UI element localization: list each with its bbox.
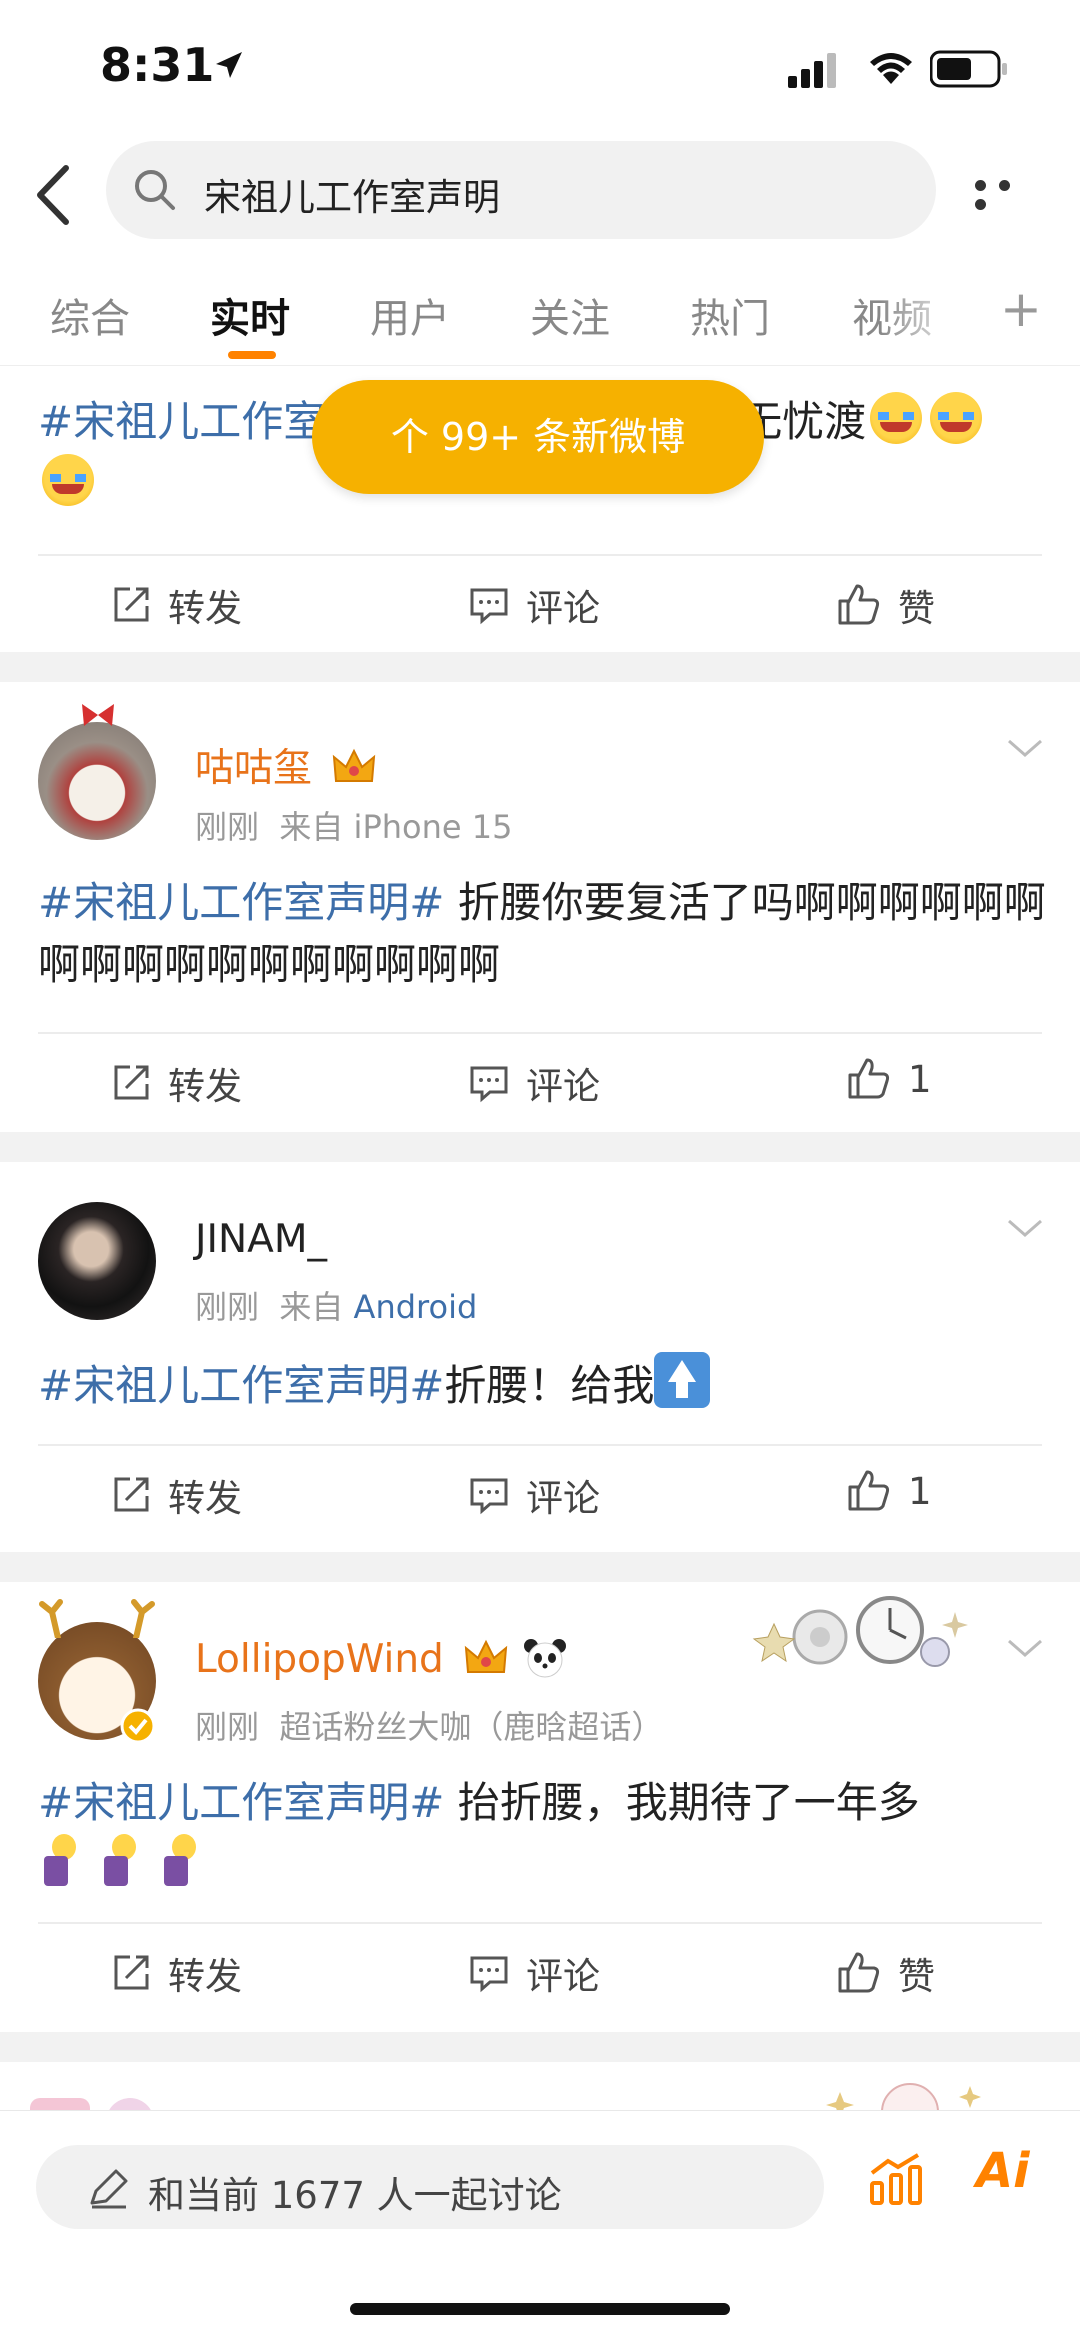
status-time: 8:31 (100, 38, 215, 92)
search-bar[interactable]: 宋祖儿工作室声明 (106, 141, 936, 239)
username[interactable]: JINAM_ (195, 1217, 327, 1262)
tab-hot[interactable]: 热门 (690, 286, 770, 344)
repost-button[interactable]: 转发 (110, 1946, 242, 2000)
post-card: 咕咕玺 刚刚 来自 iPhone 15 #宋祖儿工作室声明# 折腰你要复活了吗啊… (0, 682, 1080, 1132)
home-indicator (350, 2303, 730, 2315)
avatar[interactable] (38, 722, 156, 840)
search-query-text: 宋祖儿工作室声明 (204, 176, 500, 219)
thumbs-up-icon (838, 584, 880, 625)
comment-button[interactable]: 评论 (468, 1056, 600, 1110)
search-icon (135, 170, 175, 210)
crown-badge-icon (333, 748, 376, 782)
clock-gears-decoration-icon (752, 1596, 968, 1667)
thumbs-up-icon (848, 1058, 890, 1099)
up-arrow-emoji-icon (654, 1352, 711, 1408)
post-hashtag[interactable]: #宋祖儿工作室 (38, 397, 325, 446)
fan-badge-text[interactable]: 超话粉丝大咖（鹿晗超话） (279, 1708, 663, 1746)
comment-icon (470, 1956, 508, 1993)
crown-badge-icon (465, 1639, 508, 1673)
repost-button[interactable]: 转发 (110, 1056, 242, 1110)
pencil-icon (90, 2169, 128, 2209)
antlers-icon (39, 1599, 155, 1638)
repost-icon (114, 1955, 149, 1990)
avatar[interactable] (38, 1202, 156, 1320)
post-actions: 转发 评论 1 (0, 1446, 1080, 1536)
chevron-down-icon[interactable] (1005, 737, 1045, 761)
like-button[interactable]: 1 (846, 1056, 932, 1102)
location-arrow-icon (216, 52, 242, 78)
tab-following[interactable]: 关注 (530, 286, 610, 344)
comment-button[interactable]: 评论 (468, 1468, 600, 1522)
post-meta: 刚刚 来自 iPhone 15 (195, 808, 513, 846)
username[interactable]: 咕咕玺 (195, 737, 376, 793)
tab-comprehensive[interactable]: 综合 (50, 286, 130, 344)
panda-icon (523, 1639, 566, 1678)
comment-button[interactable]: 评论 (468, 578, 600, 632)
wifi-icon (870, 53, 912, 84)
more-options-icon[interactable] (975, 176, 1045, 210)
post-actions: 转发 评论 赞 (0, 556, 1080, 646)
new-posts-pill[interactable]: 个 99+ 条新微博 (312, 380, 764, 494)
comment-button[interactable]: 评论 (468, 1946, 600, 2000)
post-hashtag[interactable]: #宋祖儿工作室声明# (38, 1361, 444, 1410)
comment-icon (470, 1066, 508, 1103)
username[interactable]: LollipopWind (195, 1637, 567, 1682)
post-actions: 转发 评论 1 (0, 1034, 1080, 1124)
comment-icon (470, 1478, 508, 1515)
tab-realtime[interactable]: 实时 (210, 286, 290, 344)
thumbs-up-icon (848, 1470, 890, 1511)
like-button[interactable]: 1 (846, 1468, 932, 1514)
lightbulb-emoji-icon (158, 1834, 204, 1890)
repost-button[interactable]: 转发 (110, 578, 242, 632)
discuss-input[interactable]: 和当前 1677 人一起讨论 (36, 2145, 824, 2229)
repost-icon (114, 1065, 149, 1100)
post-hashtag[interactable]: #宋祖儿工作室声明# (38, 1778, 444, 1827)
tab-users[interactable]: 用户 (370, 286, 450, 344)
cellular-signal-icon (788, 53, 836, 88)
like-count: 1 (908, 1469, 932, 1513)
repost-icon (114, 587, 149, 622)
lightbulb-emoji-icon (38, 1834, 84, 1890)
red-bow-icon (82, 704, 114, 726)
like-button[interactable]: 赞 (836, 578, 935, 632)
trend-chart-icon[interactable] (868, 2151, 924, 2207)
ai-button[interactable]: Ai (976, 2143, 1030, 2199)
crying-emoji-icon (870, 392, 923, 444)
like-count: 1 (908, 1057, 932, 1101)
chevron-down-icon[interactable] (1005, 1217, 1045, 1241)
verified-badge-icon (120, 1708, 156, 1744)
crying-emoji-icon (42, 454, 94, 506)
post-text: #宋祖儿工作室声明# 折腰你要复活了吗啊啊啊啊啊啊啊啊啊啊啊啊啊啊啊啊啊 (38, 878, 1046, 989)
back-chevron-icon[interactable] (30, 160, 80, 230)
post-card: LollipopWind 刚刚 超话粉丝大咖（鹿晗超话） #宋祖儿工作室声明# … (0, 1582, 1080, 2032)
post-card: JINAM_ 刚刚 来自 Android #宋祖儿工作室声明#折腰！给我 转发 … (0, 1162, 1080, 1552)
post-meta: 刚刚 来自 Android (195, 1288, 478, 1326)
lightbulb-emoji-icon (98, 1834, 144, 1890)
like-button[interactable]: 赞 (836, 1946, 935, 2000)
comment-icon (470, 588, 508, 625)
repost-button[interactable]: 转发 (110, 1468, 242, 1522)
thumbs-up-icon (838, 1952, 880, 1993)
post-hashtag[interactable]: #宋祖儿工作室声明# (38, 878, 444, 927)
add-tab-icon[interactable]: + (1000, 280, 1042, 338)
post-text: #宋祖儿工作室声明# 抬折腰，我期待了一年多 (38, 1772, 1048, 1901)
active-tab-indicator (228, 351, 276, 359)
post-text: #宋祖儿工作室声明#折腰！给我 (38, 1352, 1048, 1417)
chevron-down-icon[interactable] (1005, 1637, 1045, 1661)
post-actions: 转发 评论 赞 (0, 1924, 1080, 2014)
post-meta: 刚刚 超话粉丝大咖（鹿晗超话） (195, 1708, 664, 1746)
status-bar: 8:31 (0, 0, 1080, 140)
repost-icon (114, 1477, 149, 1512)
tab-bar: 综合 实时 用户 关注 热门 视频 + (0, 270, 1080, 365)
crying-emoji-icon (930, 392, 983, 444)
battery-icon (930, 50, 1007, 88)
bottom-bar: 和当前 1677 人一起讨论 Ai (0, 2110, 1080, 2338)
